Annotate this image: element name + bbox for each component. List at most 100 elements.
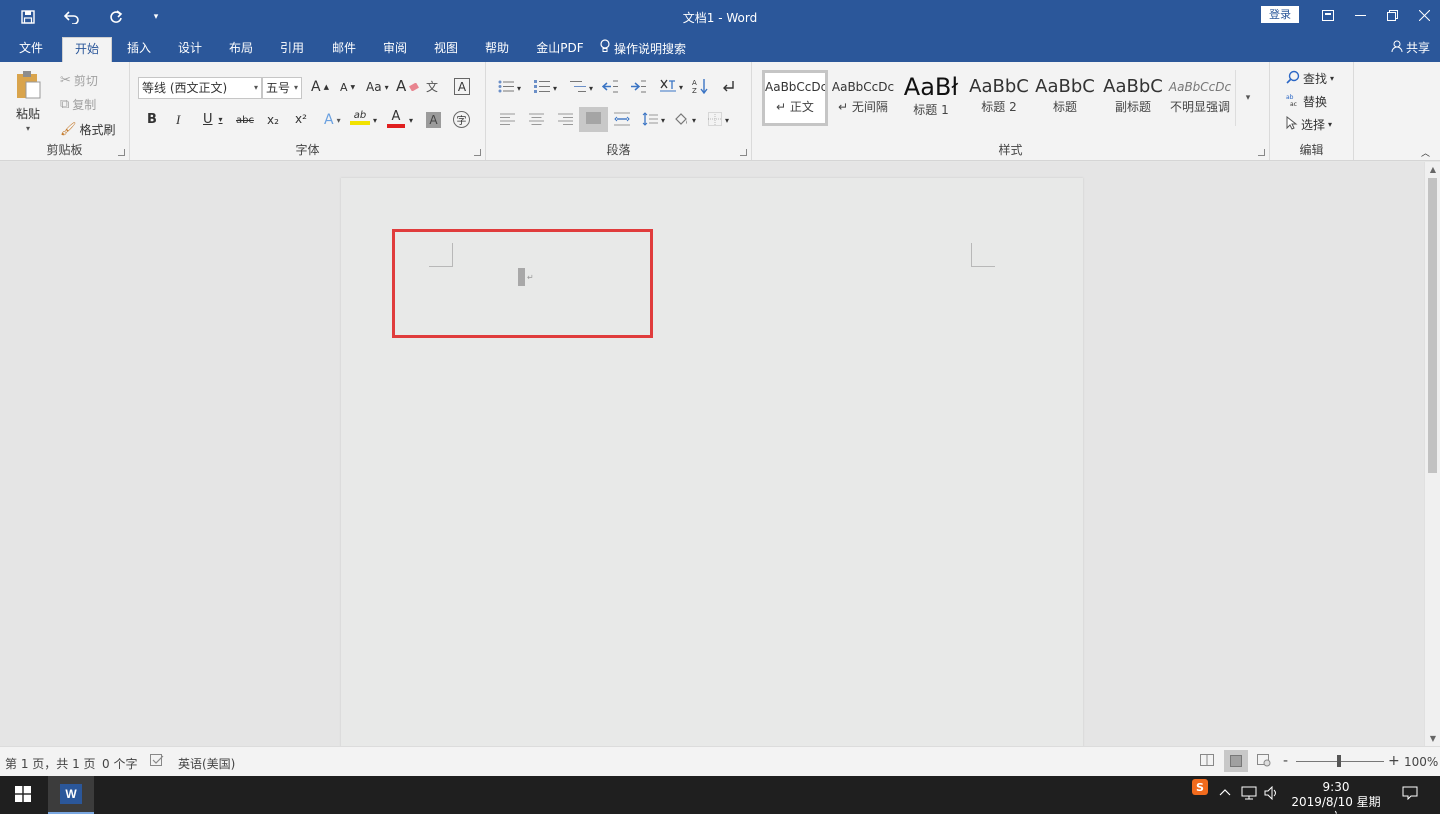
bullets-button[interactable]: ▾ bbox=[498, 80, 521, 96]
shrink-font-button[interactable]: A ▼ bbox=[340, 81, 355, 94]
style-no-spacing[interactable]: AaBbCcDc ↵ 无间隔 bbox=[830, 70, 896, 126]
print-layout-icon[interactable] bbox=[1224, 750, 1248, 772]
multilevel-list-button[interactable]: ▾ bbox=[570, 80, 593, 96]
minimize-icon[interactable] bbox=[1344, 0, 1376, 30]
enclose-characters-button[interactable]: 字 bbox=[453, 111, 470, 128]
numbering-button[interactable]: ▾ bbox=[534, 80, 557, 96]
character-shading-button[interactable]: A bbox=[426, 112, 441, 128]
sogou-ime-icon[interactable]: S bbox=[1192, 779, 1208, 799]
vertical-scrollbar[interactable]: ▲ ▼ bbox=[1424, 162, 1440, 746]
undo-icon[interactable] bbox=[58, 0, 86, 33]
restore-icon[interactable] bbox=[1376, 0, 1408, 30]
subscript-button[interactable]: x₂ bbox=[267, 113, 279, 127]
zoom-level[interactable]: 100% bbox=[1404, 755, 1438, 769]
scrollbar-thumb[interactable] bbox=[1428, 178, 1437, 473]
select-button[interactable]: 选择 ▾ bbox=[1286, 115, 1332, 133]
justify-button[interactable] bbox=[579, 107, 608, 132]
paragraph-launcher-icon[interactable] bbox=[740, 149, 747, 156]
login-button[interactable]: 登录 bbox=[1261, 6, 1299, 23]
sort-button[interactable]: AZ bbox=[692, 78, 708, 97]
styles-more-icon[interactable]: ▾ bbox=[1235, 70, 1260, 126]
style-normal[interactable]: AaBbCcDc ↵ 正文 bbox=[762, 70, 828, 126]
style-subtitle[interactable]: AaBbC 副标题 bbox=[1100, 70, 1166, 126]
character-border-button[interactable]: A bbox=[454, 78, 470, 95]
customize-qat-icon[interactable]: ▾ bbox=[146, 0, 166, 33]
cut-button[interactable]: ✂ 剪切 bbox=[60, 72, 98, 89]
windows-start-button[interactable] bbox=[0, 776, 46, 814]
page-count[interactable]: 第 1 页，共 1 页 bbox=[5, 755, 96, 772]
proofing-icon[interactable] bbox=[150, 754, 164, 770]
highlight-button[interactable]: ab bbox=[350, 110, 370, 125]
tab-insert[interactable]: 插入 bbox=[118, 37, 160, 62]
collapse-ribbon-icon[interactable]: ︿ bbox=[1421, 146, 1430, 159]
grow-font-button[interactable]: A ▲ bbox=[311, 79, 329, 95]
shading-button[interactable]: ▾ bbox=[673, 112, 696, 129]
tell-me-search[interactable]: 操作说明搜索 bbox=[600, 37, 696, 62]
styles-launcher-icon[interactable] bbox=[1258, 149, 1265, 156]
ribbon-display-icon[interactable] bbox=[1312, 0, 1344, 30]
close-icon[interactable] bbox=[1408, 0, 1440, 30]
taskbar-clock[interactable]: 9:30 2019/8/10 星期六 bbox=[1286, 780, 1386, 814]
tab-layout[interactable]: 布局 bbox=[220, 37, 262, 62]
text-effects-button[interactable]: A ▾ bbox=[324, 112, 341, 128]
zoom-out-button[interactable]: - bbox=[1283, 753, 1288, 769]
italic-button[interactable]: I bbox=[176, 112, 180, 128]
strikethrough-button[interactable]: abc bbox=[236, 115, 254, 126]
clear-formatting-button[interactable]: A bbox=[396, 77, 420, 95]
clipboard-launcher-icon[interactable] bbox=[118, 149, 125, 156]
style-heading-1[interactable]: AaBł 标题 1 bbox=[898, 70, 964, 126]
borders-button[interactable]: ▾ bbox=[708, 112, 729, 129]
paste-button[interactable]: 粘贴 ▾ bbox=[14, 70, 42, 133]
change-case-button[interactable]: Aa ▾ bbox=[366, 80, 389, 94]
chinese-layout-button[interactable]: ▾ bbox=[660, 79, 683, 96]
align-right-button[interactable] bbox=[558, 113, 573, 128]
taskbar-word-app[interactable]: W bbox=[48, 776, 94, 814]
network-icon[interactable] bbox=[1241, 786, 1257, 804]
superscript-button[interactable]: x² bbox=[295, 112, 307, 126]
font-launcher-icon[interactable] bbox=[474, 149, 481, 156]
language-indicator[interactable]: 英语(美国) bbox=[178, 755, 235, 772]
word-count[interactable]: 0 个字 bbox=[102, 755, 137, 772]
tab-help[interactable]: 帮助 bbox=[476, 37, 518, 62]
style-title[interactable]: AaBbC 标题 bbox=[1032, 70, 1098, 126]
style-subtle-emphasis[interactable]: AaBbCcDc 不明显强调 bbox=[1167, 70, 1233, 126]
scroll-up-icon[interactable]: ▲ bbox=[1425, 165, 1440, 174]
scroll-down-icon[interactable]: ▼ bbox=[1425, 734, 1440, 743]
replace-button[interactable]: ab ac 替换 bbox=[1286, 93, 1327, 110]
read-mode-icon[interactable] bbox=[1200, 754, 1214, 769]
show-formatting-button[interactable] bbox=[721, 79, 735, 96]
web-layout-icon[interactable] bbox=[1257, 754, 1271, 770]
tab-view[interactable]: 视图 bbox=[425, 37, 467, 62]
format-painter-button[interactable]: 🖌 格式刷 bbox=[60, 121, 116, 138]
decrease-indent-button[interactable] bbox=[601, 80, 618, 96]
notification-center-icon[interactable] bbox=[1402, 786, 1418, 804]
share-button[interactable]: 共享 bbox=[1391, 39, 1430, 56]
align-left-button[interactable] bbox=[500, 113, 515, 128]
increase-indent-button[interactable] bbox=[630, 80, 646, 96]
underline-button[interactable]: U ▾ bbox=[203, 112, 223, 127]
tab-mailings[interactable]: 邮件 bbox=[323, 37, 365, 62]
tab-kingsoft-pdf[interactable]: 金山PDF bbox=[531, 37, 589, 62]
phonetic-guide-button[interactable]: 文 bbox=[426, 78, 438, 95]
tab-home[interactable]: 开始 bbox=[62, 37, 112, 62]
zoom-slider-thumb[interactable] bbox=[1337, 755, 1341, 767]
font-color-dropdown-icon[interactable]: ▾ bbox=[409, 116, 413, 125]
tab-design[interactable]: 设计 bbox=[169, 37, 211, 62]
zoom-in-button[interactable]: + bbox=[1388, 753, 1400, 769]
volume-icon[interactable] bbox=[1264, 785, 1280, 804]
highlight-dropdown-icon[interactable]: ▾ bbox=[373, 116, 377, 125]
show-hidden-icons-icon[interactable] bbox=[1219, 786, 1231, 801]
font-color-button[interactable]: A bbox=[387, 109, 405, 128]
style-heading-2[interactable]: AaBbC 标题 2 bbox=[966, 70, 1032, 126]
copy-button[interactable]: ⧉ 复制 bbox=[60, 96, 96, 113]
tab-review[interactable]: 审阅 bbox=[374, 37, 416, 62]
save-icon[interactable] bbox=[14, 0, 42, 33]
bold-button[interactable]: B bbox=[147, 112, 157, 127]
font-size-select[interactable]: 五号 ▾ bbox=[262, 77, 302, 99]
find-button[interactable]: 查找 ▾ bbox=[1286, 70, 1334, 87]
line-spacing-button[interactable]: ▾ bbox=[642, 112, 665, 129]
tab-references[interactable]: 引用 bbox=[271, 37, 313, 62]
font-family-select[interactable]: 等线 (西文正文) ▾ bbox=[138, 77, 262, 99]
redo-icon[interactable] bbox=[102, 0, 130, 33]
distributed-button[interactable] bbox=[614, 112, 630, 129]
